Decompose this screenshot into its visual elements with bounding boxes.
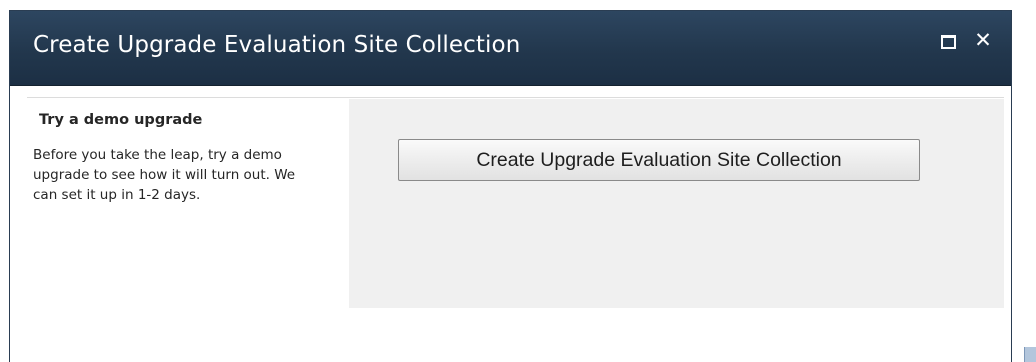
create-evaluation-site-collection-button[interactable]: Create Upgrade Evaluation Site Collectio…: [398, 139, 920, 181]
description-panel: Try a demo upgrade Before you take the l…: [33, 106, 333, 205]
modal-dialog: Create Upgrade Evaluation Site Collectio…: [9, 10, 1012, 362]
section-divider: [27, 97, 1004, 98]
action-panel: Create Upgrade Evaluation Site Collectio…: [349, 99, 1004, 308]
dialog-title: Create Upgrade Evaluation Site Collectio…: [33, 32, 521, 58]
corner-fragment: [1024, 347, 1036, 362]
maximize-icon[interactable]: [941, 35, 956, 49]
dialog-titlebar: Create Upgrade Evaluation Site Collectio…: [10, 11, 1011, 86]
panel-description: Before you take the leap, try a demo upg…: [33, 147, 296, 203]
panel-heading: Try a demo upgrade: [39, 112, 203, 128]
close-icon[interactable]: ✕: [971, 26, 995, 54]
